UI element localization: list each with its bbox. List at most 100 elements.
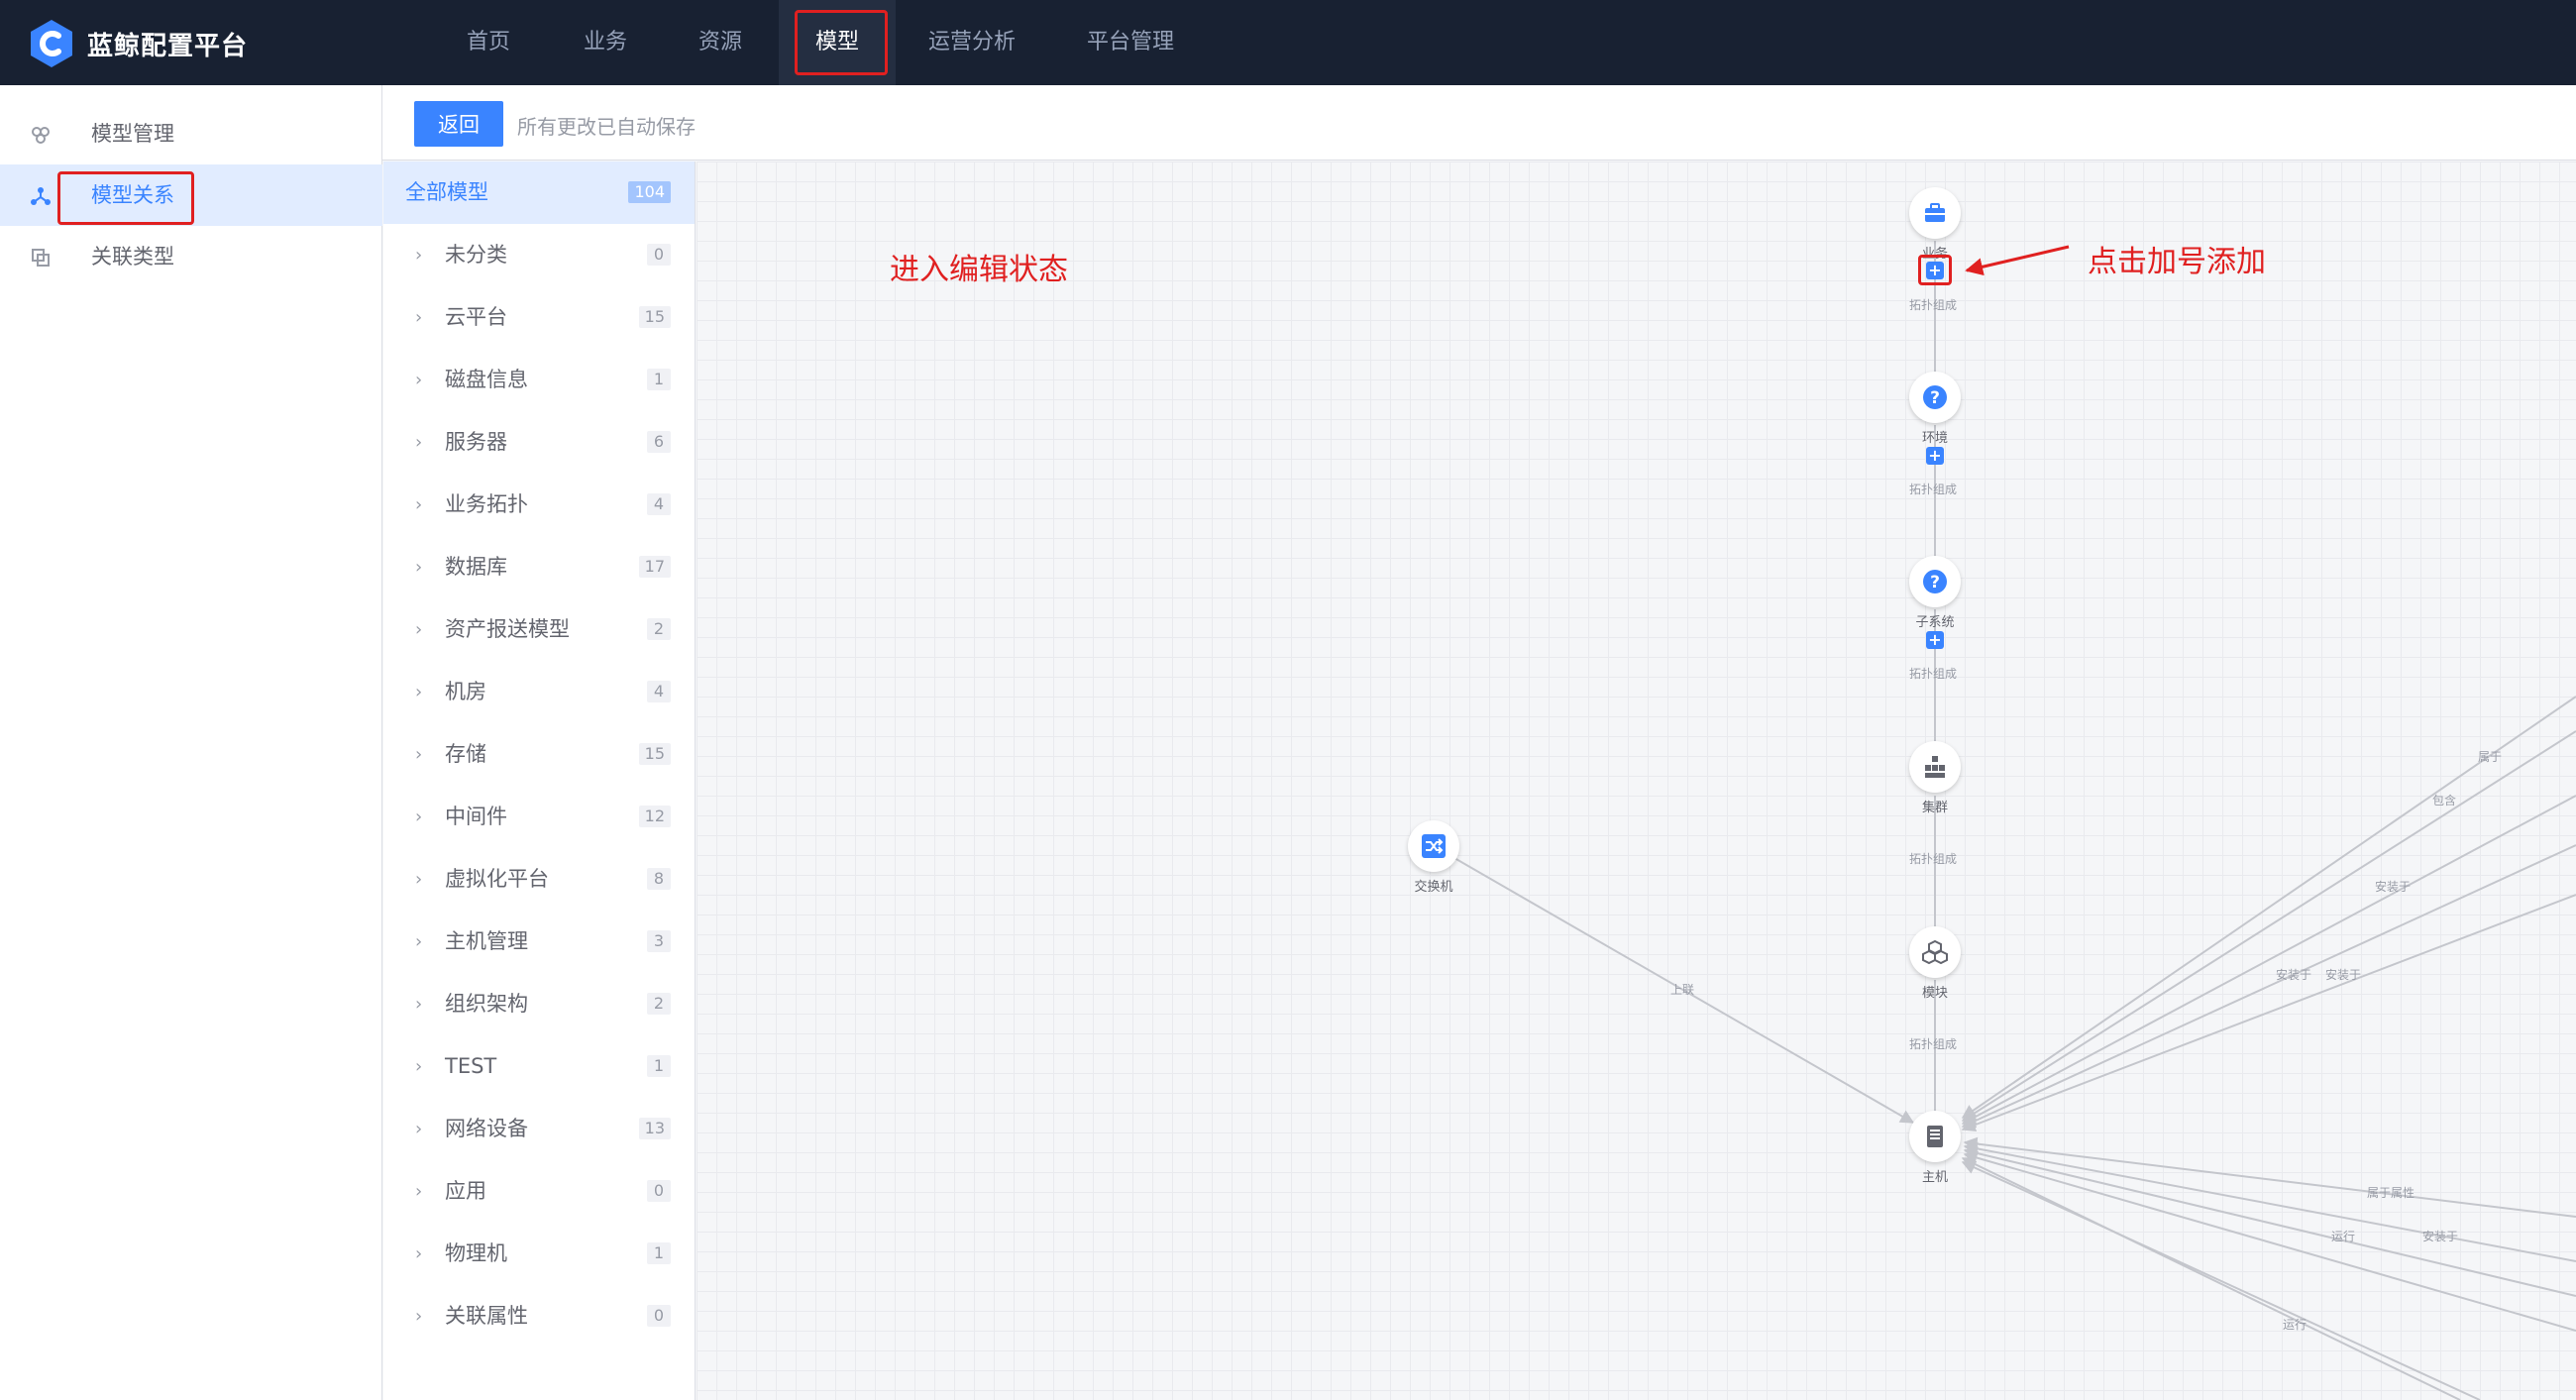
edge-label-topo: 拓扑组成 [1909, 667, 1958, 681]
list-item-label: 虚拟化平台 [445, 867, 549, 891]
node-module[interactable] [1909, 926, 1961, 978]
chevron-right-icon: › [415, 744, 423, 765]
cluster-icon [1925, 756, 1945, 778]
node-subsystem[interactable]: ? [1909, 556, 1961, 607]
node-label-module: 模块 [1921, 986, 1948, 1001]
back-button[interactable]: 返回 [414, 101, 503, 147]
node-biz[interactable] [1909, 187, 1961, 239]
count-badge: 0 [647, 244, 671, 266]
annotation-click-plus: 点击加号添加 [2088, 245, 2266, 279]
edge-label-install: 安装于 [2375, 880, 2412, 894]
node-label-env: 环境 [1921, 431, 1948, 446]
chevron-right-icon: › [415, 869, 423, 890]
count-badge: 2 [647, 993, 671, 1015]
nav-operation-analysis[interactable]: 运营分析 [917, 0, 1026, 85]
add-relation-plus-icon[interactable]: + [1926, 631, 1944, 649]
count-badge: 4 [647, 681, 671, 702]
list-item-model-group[interactable]: › 中间件 12 [383, 786, 695, 848]
list-item-model-group[interactable]: › 业务拓扑 4 [383, 474, 695, 536]
list-item-model-group[interactable]: › 机房 4 [383, 661, 695, 723]
chevron-right-icon: › [415, 682, 423, 702]
edge-host-right-3[interactable] [1961, 795, 2576, 1125]
list-item-all-models[interactable]: 全部模型 104 [383, 162, 695, 224]
edge-host-right-5[interactable] [1961, 894, 2576, 1132]
list-item-label: 未分类 [445, 243, 507, 267]
node-env[interactable]: ? [1909, 372, 1961, 423]
node-switch[interactable] [1408, 820, 1459, 872]
nav-resource[interactable]: 资源 [680, 0, 761, 85]
relation-type-icon [30, 247, 52, 269]
list-item-model-group[interactable]: › 数据库 17 [383, 536, 695, 598]
node-host[interactable] [1909, 1111, 1961, 1162]
list-item-model-group[interactable]: › 服务器 6 [383, 411, 695, 474]
list-item-label: 机房 [445, 680, 486, 703]
brand-title[interactable]: 蓝鲸配置平台 [87, 26, 248, 62]
chevron-right-icon: › [415, 494, 423, 515]
list-item-model-group[interactable]: › 资产报送模型 2 [383, 598, 695, 661]
node-label-switch: 交换机 [1414, 880, 1453, 895]
topology-canvas[interactable]: 业务 + 拓扑组成 ? 环境 + 拓扑组成 ? 子系统 + 拓扑组成 集群 拓扑… [697, 162, 2576, 1400]
chevron-right-icon: › [415, 1243, 423, 1264]
list-item-model-group[interactable]: › 磁盘信息 1 [383, 349, 695, 411]
list-item-model-group[interactable]: › 主机管理 3 [383, 911, 695, 973]
edge-host-right-2[interactable] [1961, 730, 2576, 1122]
left-sidebar: 模型管理 模型关系 关联类型 [0, 85, 382, 1400]
list-item-model-group[interactable]: › 物理机 1 [383, 1223, 695, 1285]
chevron-right-icon: › [415, 370, 423, 390]
edge-label-uplink: 上联 [1670, 983, 1695, 997]
chevron-right-icon: › [415, 1306, 423, 1327]
list-item-label: 主机管理 [445, 929, 528, 953]
list-item-model-group[interactable]: › 未分类 0 [383, 224, 695, 286]
node-cluster[interactable] [1909, 741, 1961, 793]
list-item-label: 全部模型 [405, 180, 488, 204]
list-item-model-group[interactable]: › 云平台 15 [383, 286, 695, 349]
briefcase-icon [1925, 203, 1945, 222]
switch-icon [1422, 834, 1446, 858]
sidebar-item-model-manage[interactable]: 模型管理 [0, 103, 382, 164]
edge-host-right-8[interactable] [1963, 1146, 2576, 1297]
nav-platform-management[interactable]: 平台管理 [1076, 0, 1185, 85]
autosave-status: 所有更改已自动保存 [517, 115, 696, 139]
editor-toolbar: 返回 所有更改已自动保存 [382, 85, 2576, 161]
list-item-label: 资产报送模型 [445, 617, 570, 641]
list-item-model-group[interactable]: › 应用 0 [383, 1160, 695, 1223]
count-badge: 6 [647, 431, 671, 453]
count-badge: 1 [647, 369, 671, 390]
list-item-model-group[interactable]: › TEST 1 [383, 1035, 695, 1098]
sidebar-item-label: 模型管理 [91, 122, 174, 146]
list-item-label: 物理机 [445, 1241, 507, 1265]
list-item-model-group[interactable]: › 存储 15 [383, 723, 695, 786]
nav-home[interactable]: 首页 [448, 0, 529, 85]
chevron-right-icon: › [415, 245, 423, 266]
cubes-icon [1922, 939, 1948, 965]
list-item-model-group[interactable]: › 组织架构 2 [383, 973, 695, 1035]
svg-text:?: ? [1930, 388, 1940, 408]
node-label-host: 主机 [1921, 1170, 1948, 1185]
edge-label-run: 运行 [2331, 1230, 2356, 1243]
count-badge: 8 [647, 868, 671, 890]
count-badge: 4 [647, 493, 671, 515]
chevron-right-icon: › [415, 994, 423, 1015]
edge-label-topo: 拓扑组成 [1909, 852, 1958, 866]
nav-model[interactable]: 模型 [779, 0, 896, 85]
list-item-label: 服务器 [445, 430, 507, 454]
list-item-label: 组织架构 [445, 992, 528, 1016]
sidebar-item-label: 关联类型 [91, 245, 174, 269]
list-item-model-group[interactable]: › 网络设备 13 [383, 1098, 695, 1160]
host-icon [1927, 1126, 1943, 1147]
model-manage-icon [30, 124, 52, 146]
bk-cmdb-logo-icon[interactable] [28, 18, 75, 69]
list-item-model-group[interactable]: › 关联属性 0 [383, 1285, 695, 1347]
list-item-model-group[interactable]: › 虚拟化平台 8 [383, 848, 695, 911]
sidebar-item-relation-type[interactable]: 关联类型 [0, 226, 382, 287]
edge-host-right-4[interactable] [1961, 844, 2576, 1129]
sidebar-item-model-relation[interactable]: 模型关系 [0, 164, 382, 226]
svg-text:?: ? [1930, 573, 1940, 592]
add-relation-plus-icon[interactable]: + [1926, 447, 1944, 465]
topology-edges [1453, 241, 2576, 1400]
nav-business[interactable]: 业务 [565, 0, 646, 85]
add-relation-plus-icon[interactable]: + [1926, 262, 1944, 279]
edge-label-install: 安装于 [2422, 1230, 2459, 1243]
question-icon: ? [1923, 385, 1947, 409]
chevron-right-icon: › [415, 557, 423, 578]
